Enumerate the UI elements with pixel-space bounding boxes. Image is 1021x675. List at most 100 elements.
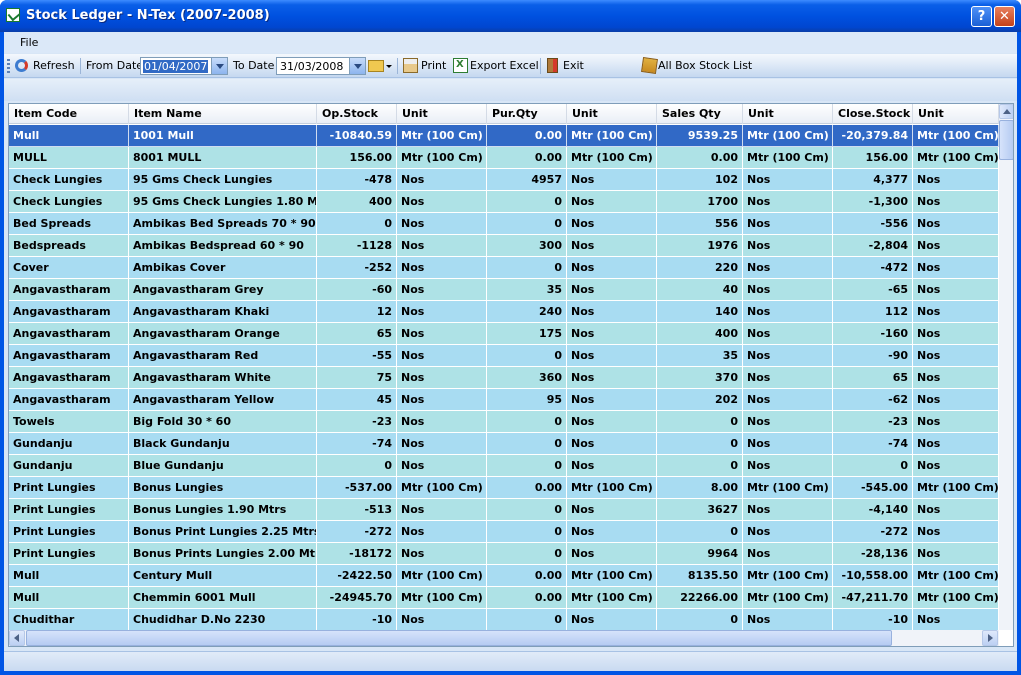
unit-cell[interactable]: Nos: [743, 323, 833, 345]
sales-qty-cell[interactable]: 22266.00: [657, 587, 743, 609]
sales-qty-cell[interactable]: 370: [657, 367, 743, 389]
unit-cell[interactable]: Mtr (100 Cm): [913, 565, 999, 587]
unit-cell[interactable]: Nos: [913, 389, 999, 411]
item-name-cell[interactable]: Blue Gundanju: [129, 455, 317, 477]
item-name-cell[interactable]: 1001 Mull: [129, 125, 317, 147]
item-name-cell[interactable]: Big Fold 30 * 60: [129, 411, 317, 433]
pur-qty-cell[interactable]: 0.00: [487, 477, 567, 499]
close-stock-cell[interactable]: -62: [833, 389, 913, 411]
close-stock-cell[interactable]: -90: [833, 345, 913, 367]
unit-cell[interactable]: Mtr (100 Cm): [567, 477, 657, 499]
sales-qty-cell[interactable]: 35: [657, 345, 743, 367]
close-stock-cell[interactable]: 0: [833, 455, 913, 477]
sales-qty-cell[interactable]: 102: [657, 169, 743, 191]
header-sales-qty[interactable]: Sales Qty: [657, 104, 743, 124]
unit-cell[interactable]: Nos: [567, 455, 657, 477]
close-stock-cell[interactable]: -556: [833, 213, 913, 235]
sales-qty-cell[interactable]: 220: [657, 257, 743, 279]
unit-cell[interactable]: Nos: [743, 257, 833, 279]
unit-cell[interactable]: Mtr (100 Cm): [397, 125, 487, 147]
scroll-right-button[interactable]: [982, 630, 998, 646]
unit-cell[interactable]: Nos: [913, 521, 999, 543]
item-name-cell[interactable]: Bonus Prints Lungies 2.00 Mtrs: [129, 543, 317, 565]
item-code-cell[interactable]: Angavastharam: [9, 301, 129, 323]
unit-cell[interactable]: Mtr (100 Cm): [743, 125, 833, 147]
close-stock-cell[interactable]: 4,377: [833, 169, 913, 191]
item-code-cell[interactable]: Print Lungies: [9, 477, 129, 499]
item-code-cell[interactable]: Angavastharam: [9, 389, 129, 411]
item-name-cell[interactable]: Bonus Lungies 1.90 Mtrs: [129, 499, 317, 521]
item-name-cell[interactable]: Angavastharam Grey: [129, 279, 317, 301]
unit-cell[interactable]: Nos: [397, 609, 487, 630]
vertical-scrollbar[interactable]: [999, 104, 1013, 630]
item-code-cell[interactable]: Check Lungies: [9, 191, 129, 213]
unit-cell[interactable]: Nos: [743, 279, 833, 301]
item-name-cell[interactable]: Angavastharam Orange: [129, 323, 317, 345]
refresh-button[interactable]: Refresh: [33, 59, 75, 72]
sales-qty-cell[interactable]: 1700: [657, 191, 743, 213]
item-name-cell[interactable]: Ambikas Bedspread 60 * 90: [129, 235, 317, 257]
table-row[interactable]: Angavastharam Angavastharam Khaki 12 Nos 240…: [9, 301, 999, 323]
close-stock-cell[interactable]: 112: [833, 301, 913, 323]
op-stock-cell[interactable]: -252: [317, 257, 397, 279]
unit-cell[interactable]: Nos: [397, 213, 487, 235]
sales-qty-cell[interactable]: 0.00: [657, 147, 743, 169]
unit-cell[interactable]: Nos: [567, 411, 657, 433]
table-row[interactable]: Angavastharam Angavastharam Yellow 45 Nos 95…: [9, 389, 999, 411]
table-row[interactable]: Print Lungies Bonus Print Lungies 2.25 Mt…: [9, 521, 999, 543]
unit-cell[interactable]: Nos: [567, 499, 657, 521]
table-row[interactable]: Check Lungies 95 Gms Check Lungies -478 Nos…: [9, 169, 999, 191]
unit-cell[interactable]: Nos: [567, 279, 657, 301]
op-stock-cell[interactable]: -2422.50: [317, 565, 397, 587]
op-stock-cell[interactable]: 0: [317, 213, 397, 235]
item-name-cell[interactable]: Chemmin 6001 Mull: [129, 587, 317, 609]
close-stock-cell[interactable]: -10,558.00: [833, 565, 913, 587]
unit-cell[interactable]: Nos: [397, 455, 487, 477]
item-name-cell[interactable]: Black Gundanju: [129, 433, 317, 455]
excel-icon[interactable]: [453, 58, 468, 73]
header-unit[interactable]: Unit: [743, 104, 833, 124]
unit-cell[interactable]: Mtr (100 Cm): [397, 587, 487, 609]
print-button[interactable]: Print: [421, 59, 446, 72]
pur-qty-cell[interactable]: 0.00: [487, 125, 567, 147]
unit-cell[interactable]: Mtr (100 Cm): [397, 147, 487, 169]
help-button[interactable]: ?: [971, 6, 992, 27]
table-row[interactable]: Print Lungies Bonus Lungies -537.00 Mtr (10…: [9, 477, 999, 499]
item-name-cell[interactable]: 8001 MULL: [129, 147, 317, 169]
unit-cell[interactable]: Nos: [913, 499, 999, 521]
open-folder-icon[interactable]: [368, 60, 384, 72]
close-stock-cell[interactable]: -2,804: [833, 235, 913, 257]
sales-qty-cell[interactable]: 0: [657, 609, 743, 630]
unit-cell[interactable]: Mtr (100 Cm): [743, 565, 833, 587]
unit-cell[interactable]: Nos: [743, 609, 833, 630]
unit-cell[interactable]: Mtr (100 Cm): [743, 587, 833, 609]
to-date-value[interactable]: 31/03/2008: [279, 60, 344, 73]
unit-cell[interactable]: Nos: [913, 235, 999, 257]
op-stock-cell[interactable]: 156.00: [317, 147, 397, 169]
header-unit[interactable]: Unit: [913, 104, 999, 124]
unit-cell[interactable]: Mtr (100 Cm): [567, 147, 657, 169]
close-stock-cell[interactable]: -545.00: [833, 477, 913, 499]
close-stock-cell[interactable]: -1,300: [833, 191, 913, 213]
menu-file[interactable]: File: [20, 36, 38, 49]
unit-cell[interactable]: Nos: [397, 499, 487, 521]
unit-cell[interactable]: Nos: [743, 389, 833, 411]
close-stock-cell[interactable]: -65: [833, 279, 913, 301]
unit-cell[interactable]: Mtr (100 Cm): [567, 565, 657, 587]
unit-cell[interactable]: Mtr (100 Cm): [913, 587, 999, 609]
calendar-dropdown-icon[interactable]: [349, 58, 365, 74]
table-row[interactable]: Print Lungies Bonus Prints Lungies 2.00 M…: [9, 543, 999, 565]
table-row[interactable]: Mull 1001 Mull -10840.59 Mtr (100 Cm) 0.00 Mt…: [9, 125, 999, 147]
close-stock-cell[interactable]: -472: [833, 257, 913, 279]
export-excel-button[interactable]: Export Excel: [470, 59, 539, 72]
header-unit[interactable]: Unit: [397, 104, 487, 124]
unit-cell[interactable]: Nos: [913, 323, 999, 345]
item-code-cell[interactable]: Angavastharam: [9, 367, 129, 389]
unit-cell[interactable]: Nos: [913, 191, 999, 213]
pur-qty-cell[interactable]: 0: [487, 257, 567, 279]
unit-cell[interactable]: Mtr (100 Cm): [397, 477, 487, 499]
unit-cell[interactable]: Nos: [397, 257, 487, 279]
close-button[interactable]: ✕: [994, 6, 1015, 27]
unit-cell[interactable]: Nos: [567, 609, 657, 630]
unit-cell[interactable]: Mtr (100 Cm): [567, 587, 657, 609]
